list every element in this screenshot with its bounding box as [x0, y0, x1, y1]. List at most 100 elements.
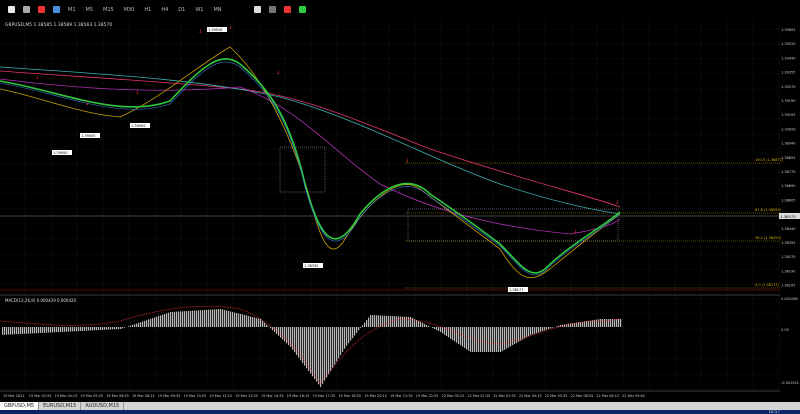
macd-bar	[44, 327, 46, 333]
macd-bar	[458, 327, 460, 344]
macd-bar	[212, 309, 214, 327]
macd-bar	[490, 327, 492, 352]
period-icon[interactable]	[268, 6, 276, 13]
time-tick-label: 22 Mar 06:55	[571, 394, 594, 398]
macd-bar	[618, 319, 620, 327]
macd-bar	[156, 316, 158, 327]
macd-bar	[528, 327, 530, 337]
fib-retracement[interactable]	[405, 162, 780, 289]
timeframe-w1[interactable]: W1	[193, 6, 205, 14]
macd-bar	[464, 327, 466, 348]
macd-bar	[456, 327, 458, 343]
macd-bar	[206, 309, 208, 327]
time-tick-label: 19 Mar 2021	[3, 394, 25, 398]
macd-bar	[92, 327, 94, 331]
tab-gbpusd[interactable]: GBPUSD,M5	[0, 402, 40, 410]
timeframe-d1[interactable]: D1	[176, 6, 187, 14]
macd-bar	[214, 309, 216, 327]
macd-bar	[242, 314, 244, 327]
macd-bar	[504, 327, 506, 350]
time-tick-label: 19 Mar 10:55	[184, 394, 207, 398]
macd-bar	[566, 324, 568, 327]
timeframe-m15[interactable]: M15	[101, 6, 116, 14]
time-axis[interactable]: 19 Mar 2021 19 Mar 02:55 19 Mar 04:15 19 Ma…	[3, 394, 645, 398]
macd-bar	[52, 327, 54, 333]
svg-text:1.38330: 1.38330	[304, 264, 318, 268]
time-tick-label: 19 Mar 02:55	[29, 394, 52, 398]
macd-bar	[620, 319, 622, 327]
timeframe-h4[interactable]: H4	[159, 6, 170, 14]
timeframe-mn[interactable]: MN	[211, 6, 223, 14]
macd-bar	[372, 315, 374, 327]
macd-bar	[248, 316, 250, 327]
timeframe-m1[interactable]: M1	[66, 6, 78, 14]
macd-bar	[386, 315, 388, 327]
macd-label: MACD(12,26,9) 0.000429 0.000420	[5, 298, 77, 303]
macd-bar	[544, 327, 546, 331]
macd-bar	[110, 327, 112, 330]
macd-bar	[108, 327, 110, 330]
macd-bar	[18, 327, 20, 335]
price-tick-label: 1.39520	[781, 42, 795, 46]
macd-bar	[64, 327, 66, 332]
macd-bar	[406, 316, 408, 327]
macd-bar	[240, 314, 242, 327]
macd-bar	[284, 327, 286, 342]
price-chart[interactable]: GBPUSD,M5 1.38585 1.38589 1.38563 1.3857…	[0, 19, 800, 407]
price-tick-label: 1.39190	[781, 99, 795, 103]
time-tick-label: 22 Mar 02:55	[493, 394, 516, 398]
macd-bar	[40, 327, 42, 333]
time-tick-label: 19 Mar 13:35	[235, 394, 258, 398]
time-tick-label: 19 Mar 04:15	[55, 394, 78, 398]
macd-bar	[614, 319, 616, 327]
macd-bar	[404, 316, 406, 327]
zoom-in-icon[interactable]	[53, 6, 60, 13]
macd-bar	[198, 310, 200, 327]
svg-text:↓: ↓	[228, 25, 232, 31]
macd-bar	[258, 318, 260, 327]
chart-icon[interactable]	[23, 6, 30, 13]
macd-bar	[120, 327, 122, 329]
price-tick-label: 1.38855	[781, 156, 795, 160]
macd-bar	[320, 327, 322, 387]
macd-bar	[16, 327, 18, 335]
macd-bar	[150, 318, 152, 327]
zoom-out-icon[interactable]	[38, 6, 45, 13]
new-order-icon[interactable]	[8, 6, 15, 13]
alert-icon[interactable]	[283, 6, 291, 13]
timeframe-h1[interactable]: H1	[142, 6, 153, 14]
crosshair-icon[interactable]	[253, 6, 261, 13]
selection-rect-1[interactable]	[279, 146, 326, 193]
timeframe-m5[interactable]: M5	[84, 6, 96, 14]
timeframe-m30[interactable]: M30	[122, 6, 137, 14]
tab-audusd[interactable]: AUDUSD,M15	[81, 402, 125, 410]
svg-text:1.38177: 1.38177	[509, 288, 523, 292]
tab-eurusd[interactable]: EURUSD,M15	[39, 402, 82, 410]
macd-bar	[530, 327, 532, 335]
macd-bar	[122, 327, 124, 329]
macd-bar	[186, 311, 188, 327]
macd-bar	[326, 327, 328, 378]
indicator-icon[interactable]	[298, 6, 306, 13]
macd-histogram	[2, 309, 622, 387]
macd-bar	[536, 327, 538, 333]
macd-bar	[262, 320, 264, 327]
price-scale[interactable]: 1.39605 1.39520 1.39440 1.39355 1.39270 1.391…	[781, 28, 795, 288]
macd-bar	[188, 310, 190, 327]
price-tick-label: 1.38190	[781, 269, 795, 273]
macd-bar	[538, 327, 540, 333]
time-tick-label: 22 Mar 09:40	[622, 394, 645, 398]
macd-bar	[260, 319, 262, 327]
macd-bar	[152, 318, 154, 327]
macd-bar	[246, 315, 248, 327]
macd-bar	[164, 314, 166, 327]
macd-bar	[36, 327, 38, 334]
time-tick-label: 19 Mar 22:55	[416, 394, 439, 398]
macd-bar	[96, 327, 98, 331]
current-price-label: 1.38570	[780, 214, 796, 219]
macd-bar	[230, 311, 232, 327]
macd-bar	[144, 320, 146, 327]
macd-bar	[540, 327, 542, 332]
macd-bar	[280, 327, 282, 338]
chart-grid	[0, 19, 780, 391]
